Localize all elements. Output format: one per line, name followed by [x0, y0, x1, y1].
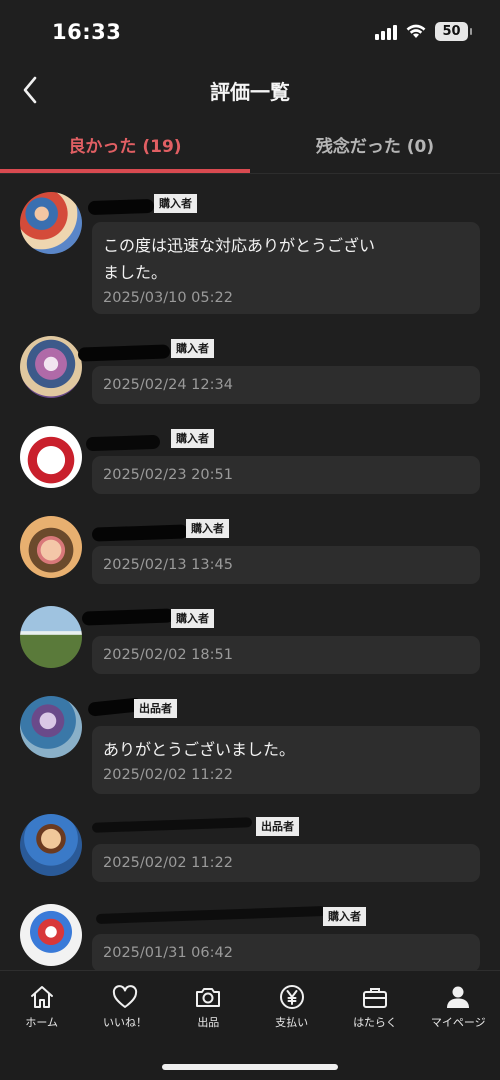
battery-icon: 50	[435, 22, 472, 41]
page-title: 評価一覧	[210, 80, 290, 104]
screen: 16:33 50 評価一覧 良かった (19) 残念だった (0) 購入者 この…	[0, 0, 500, 1080]
nav-label: いいね！	[102, 1016, 147, 1029]
review-bubble: 2025/02/24 12:34	[92, 366, 480, 404]
person-icon	[447, 986, 470, 1008]
nav-work[interactable]: はたらく	[333, 971, 416, 1033]
review-date: 2025/02/02 11:22	[103, 767, 233, 783]
nav-label: 出品	[197, 1016, 220, 1029]
review-bubble: 2025/02/23 20:51	[92, 456, 480, 494]
header: 評価一覧	[0, 66, 500, 116]
review-date: 2025/02/02 18:51	[103, 647, 233, 663]
avatar[interactable]	[20, 516, 82, 578]
tab-bar: 良かった (19) 残念だった (0)	[0, 116, 500, 174]
avatar[interactable]	[20, 904, 82, 966]
username-redacted	[91, 524, 189, 542]
status-bar: 16:33 50	[0, 0, 500, 66]
nav-mypage[interactable]: マイページ	[417, 971, 500, 1033]
avatar[interactable]	[20, 696, 82, 758]
review-date: 2025/03/10 05:22	[103, 290, 233, 306]
username-redacted	[87, 198, 155, 216]
wifi-icon	[406, 24, 426, 38]
tab-good[interactable]: 良かった (19)	[0, 116, 250, 173]
role-badge: 出品者	[256, 817, 299, 836]
avatar[interactable]	[20, 426, 82, 488]
role-badge: 購入者	[186, 519, 229, 538]
role-badge: 購入者	[323, 907, 366, 926]
role-badge: 購入者	[154, 194, 197, 213]
review-bubble: 2025/01/31 06:42	[92, 934, 480, 970]
briefcase-icon	[362, 988, 387, 1008]
camera-icon	[196, 988, 221, 1007]
review-date: 2025/02/13 13:45	[103, 557, 233, 573]
avatar[interactable]	[20, 606, 82, 668]
review-comment: この度は迅速な対応ありがとうござい ました。	[103, 236, 376, 282]
role-badge: 購入者	[171, 429, 214, 448]
nav-payment[interactable]: 支払い	[250, 971, 333, 1033]
review-bubble: 2025/02/02 18:51	[92, 636, 480, 674]
signal-icon	[375, 24, 397, 40]
avatar[interactable]	[20, 336, 82, 398]
nav-label: はたらく	[353, 1016, 397, 1029]
review-date: 2025/01/31 06:42	[103, 945, 233, 961]
tab-bad[interactable]: 残念だった (0)	[250, 116, 500, 173]
review-bubble: ありがとうございました。 2025/02/02 11:22	[92, 726, 480, 794]
username-redacted	[81, 608, 175, 626]
home-indicator[interactable]	[162, 1064, 338, 1070]
nav-label: マイページ	[430, 1016, 486, 1029]
role-badge: 購入者	[171, 609, 214, 628]
review-comment: ありがとうございました。	[103, 740, 296, 759]
nav-label: ホーム	[25, 1016, 58, 1029]
nav-sell[interactable]: 出品	[167, 971, 250, 1033]
bottom-nav: ホーム いいね！ 出品 支払い はたらく マイページ	[0, 970, 500, 1080]
review-bubble: この度は迅速な対応ありがとうござい ました。 2025/03/10 05:22	[92, 222, 480, 314]
status-time: 16:33	[52, 20, 122, 44]
yen-icon	[279, 985, 304, 1009]
review-date: 2025/02/02 11:22	[103, 855, 233, 871]
nav-home[interactable]: ホーム	[0, 971, 83, 1033]
username-redacted	[91, 817, 253, 833]
username-redacted	[85, 434, 161, 452]
review-bubble: 2025/02/13 13:45	[92, 546, 480, 584]
review-bubble: 2025/02/02 11:22	[92, 844, 480, 882]
avatar[interactable]	[20, 814, 82, 876]
nav-likes[interactable]: いいね！	[83, 971, 166, 1033]
username-redacted	[95, 905, 327, 925]
role-badge: 出品者	[134, 699, 177, 718]
status-icons: 50	[375, 22, 472, 41]
review-date: 2025/02/24 12:34	[103, 377, 233, 393]
nav-label: 支払い	[275, 1016, 309, 1029]
home-icon	[30, 986, 53, 1008]
avatar[interactable]	[20, 192, 82, 254]
heart-icon	[112, 985, 138, 1008]
username-redacted	[77, 344, 171, 362]
review-date: 2025/02/23 20:51	[103, 467, 233, 483]
role-badge: 購入者	[171, 339, 214, 358]
review-list: 購入者 この度は迅速な対応ありがとうござい ました。 2025/03/10 05…	[0, 174, 500, 970]
